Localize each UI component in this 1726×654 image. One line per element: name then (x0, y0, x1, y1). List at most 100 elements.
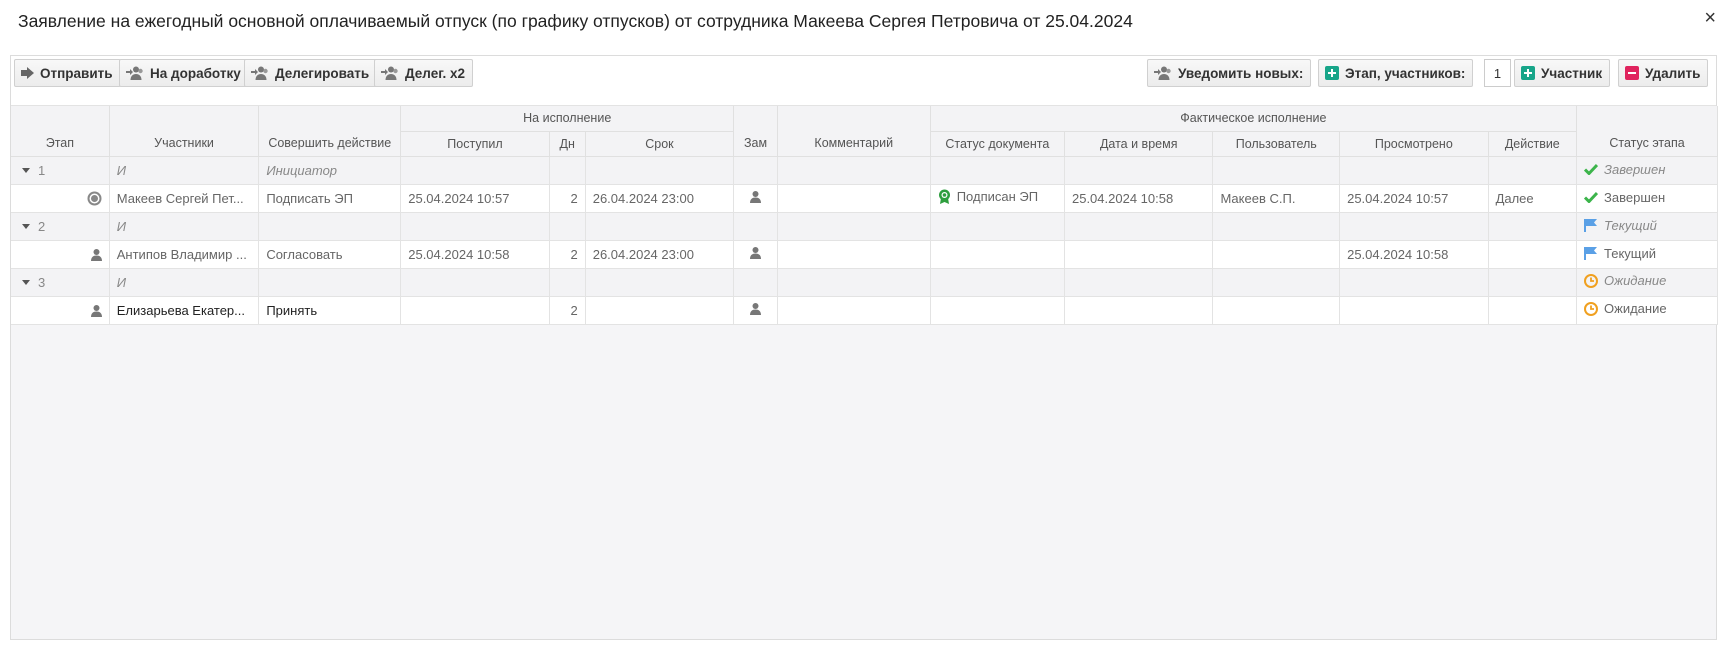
stage-status-label: Завершен (1604, 161, 1666, 177)
doc-status-cell: Подписан ЭП (930, 184, 1065, 213)
viewed-cell (1339, 296, 1489, 325)
datetime-cell (1064, 296, 1214, 325)
participant-name[interactable]: Антипов Владимир ... (109, 240, 260, 269)
route-panel: Отправить На доработку Делегировать Деле… (10, 55, 1718, 640)
header-user[interactable]: Пользователь (1212, 131, 1341, 157)
add-stage-label: Этап, участников: (1345, 65, 1466, 81)
delegate-x2-button[interactable]: Делег. x2 (374, 59, 473, 87)
deputy-cell[interactable] (733, 184, 778, 213)
act-cell: Далее (1488, 184, 1578, 213)
delete-label: Удалить (1645, 65, 1701, 81)
header-action[interactable]: Совершить действие (258, 106, 402, 157)
add-participant-button[interactable]: Участник (1514, 59, 1611, 87)
chevron-down-icon[interactable] (22, 280, 30, 286)
minus-icon (1625, 66, 1639, 80)
plus-icon (1325, 66, 1339, 80)
flag-icon (1584, 218, 1598, 232)
stage-number-cell[interactable]: 2 (11, 212, 110, 241)
clock-icon (1584, 273, 1599, 288)
comment-cell (777, 296, 931, 325)
deadline-cell: 26.04.2024 23:00 (585, 240, 735, 269)
row-status-label: Ожидание (1604, 301, 1667, 317)
stage-status: Ожидание (1576, 268, 1718, 297)
deputy-cell[interactable] (733, 240, 778, 269)
plus-icon (1521, 66, 1535, 80)
row-status-label: Завершен (1604, 189, 1666, 205)
received-cell: 25.04.2024 10:57 (400, 184, 550, 213)
participant-action: Принять (258, 296, 402, 325)
viewed-cell: 25.04.2024 10:57 (1339, 184, 1489, 213)
arrow-right-icon (21, 67, 34, 79)
stage-status-label: Текущий (1604, 217, 1657, 233)
deadline-cell (585, 296, 735, 325)
notify-new-button[interactable]: Уведомить новых: (1147, 59, 1312, 87)
chevron-down-icon[interactable] (22, 224, 30, 230)
dialog-window: Заявление на ежегодный основной оплачива… (0, 0, 1726, 654)
header-group-actual: Фактическое исполнение (930, 106, 1578, 132)
header-comment[interactable]: Комментарий (777, 106, 931, 157)
header-days[interactable]: Дн (549, 131, 586, 157)
clock-icon (1584, 301, 1599, 316)
row-status: Завершен (1576, 184, 1718, 213)
header-doc-status[interactable]: Статус документа (930, 131, 1065, 157)
user-icon (750, 246, 762, 259)
header-stage[interactable]: Этап (11, 106, 110, 157)
add-stage-button[interactable]: Этап, участников: (1318, 59, 1474, 87)
header-received[interactable]: Поступил (400, 131, 550, 157)
stage-row[interactable]: 2 И Текущий (11, 212, 1718, 241)
user-icon (750, 190, 762, 203)
delegate-button[interactable]: Делегировать (244, 59, 378, 87)
participants-count-input[interactable]: 1 (1484, 59, 1511, 87)
send-label: Отправить (40, 65, 113, 81)
delegate-x2-label: Делег. x2 (405, 65, 465, 81)
deputy-cell[interactable] (733, 296, 778, 325)
stage-status: Текущий (1576, 212, 1718, 241)
rework-button[interactable]: На доработку (119, 59, 249, 87)
delete-button[interactable]: Удалить (1618, 59, 1709, 87)
user-cell: Макеев С.П. (1212, 184, 1341, 213)
user-icon (90, 249, 102, 262)
stage-row[interactable]: 1 И Инициатор Завершен (11, 156, 1718, 185)
route-table: Этап Участники Совершить действие На исп… (11, 106, 1718, 325)
header-stage-status[interactable]: Статус этапа (1576, 106, 1718, 157)
doc-status-label: Подписан ЭП (956, 189, 1039, 204)
received-cell (400, 296, 550, 325)
header-deadline[interactable]: Срок (585, 131, 735, 157)
participant-name[interactable]: Елизарьева Екатер... (109, 296, 260, 325)
participant-name[interactable]: Макеев Сергей Пет... (109, 184, 260, 213)
send-button[interactable]: Отправить (14, 59, 121, 87)
stage-status: Завершен (1576, 156, 1718, 185)
viewed-cell: 25.04.2024 10:58 (1339, 240, 1489, 269)
chevron-down-icon[interactable] (22, 168, 30, 174)
users-arrow-icon (251, 66, 269, 80)
stage-row[interactable]: 3 И Ожидание (11, 268, 1718, 297)
stage-number: 3 (38, 274, 46, 290)
doc-status-cell (930, 296, 1065, 325)
days-cell: 2 (549, 296, 586, 325)
participant-row[interactable]: Елизарьева Екатер... Принять 2 Ожидание (11, 296, 1718, 325)
header-datetime[interactable]: Дата и время (1064, 131, 1214, 157)
deadline-cell: 26.04.2024 23:00 (585, 184, 735, 213)
flag-icon (1584, 246, 1598, 260)
close-icon[interactable]: × (1704, 8, 1716, 28)
participant-action: Подписать ЭП (258, 184, 402, 213)
row-status-label: Текущий (1604, 245, 1657, 261)
certificate-icon (938, 189, 950, 204)
act-cell (1488, 240, 1578, 269)
user-icon (750, 302, 762, 315)
participant-row[interactable]: Антипов Владимир ... Согласовать 25.04.2… (11, 240, 1718, 269)
stage-number-cell[interactable]: 1 (11, 156, 110, 185)
stage-action (258, 212, 402, 241)
header-participants[interactable]: Участники (109, 106, 260, 157)
header-deputy[interactable]: Зам (733, 106, 778, 157)
participant-row[interactable]: Макеев Сергей Пет... Подписать ЭП 25.04.… (11, 184, 1718, 213)
users-arrow-icon (1154, 66, 1172, 80)
delegate-label: Делегировать (275, 65, 370, 81)
datetime-cell (1064, 240, 1214, 269)
header-act[interactable]: Действие (1488, 131, 1578, 157)
header-viewed[interactable]: Просмотрено (1339, 131, 1489, 157)
stage-number-cell[interactable]: 3 (11, 268, 110, 297)
notify-new-label: Уведомить новых: (1178, 65, 1304, 81)
act-cell (1488, 296, 1578, 325)
participant-action: Согласовать (258, 240, 402, 269)
